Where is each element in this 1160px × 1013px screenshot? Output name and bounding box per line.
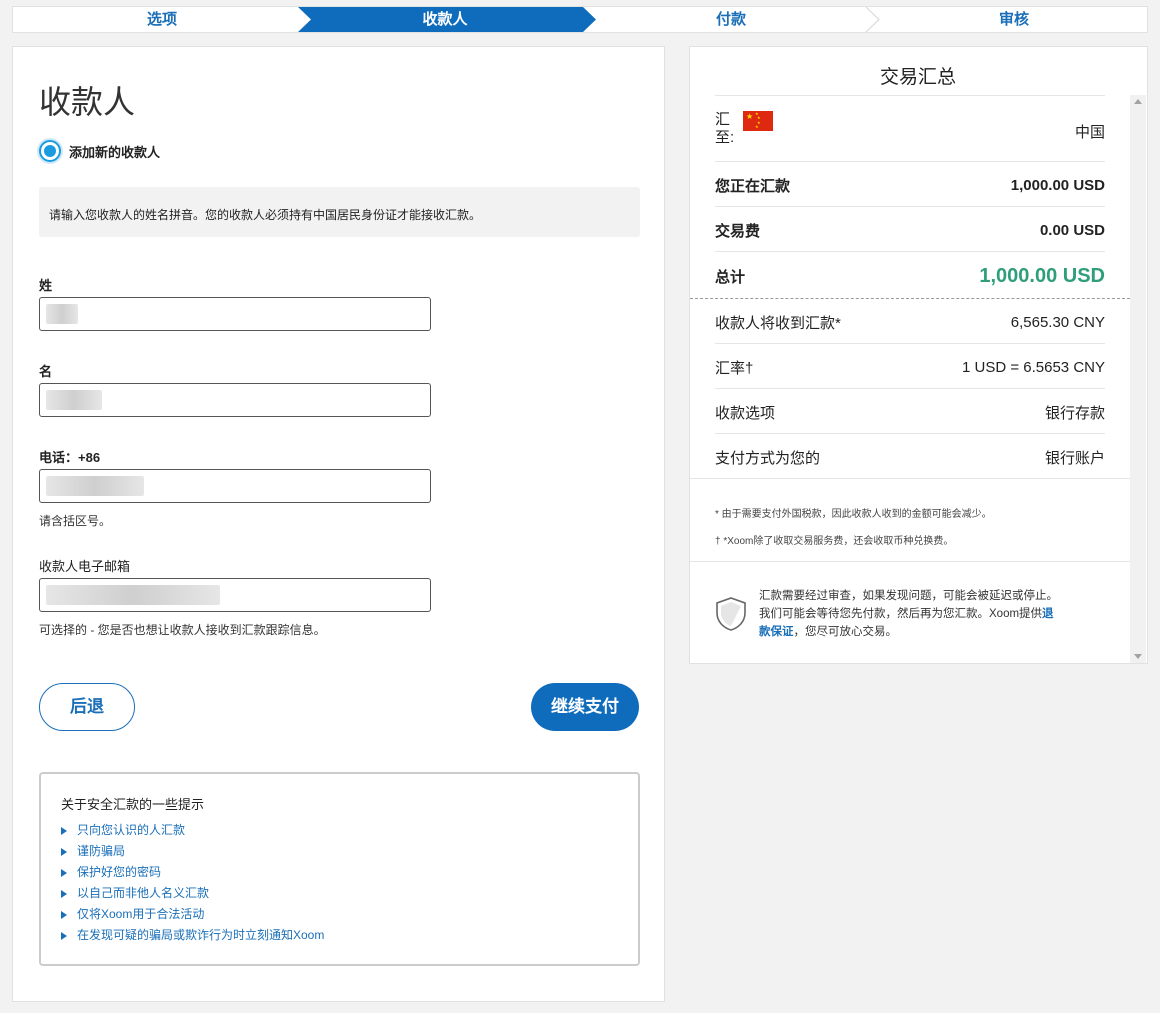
email-label: 收款人电子邮箱 <box>39 559 131 574</box>
step-options[interactable]: 选项 <box>13 7 311 32</box>
email-input[interactable] <box>39 578 431 612</box>
step-review[interactable]: 审核 <box>879 7 1149 32</box>
caret-right-icon <box>61 889 67 898</box>
receive-option-row: 收款选项 银行存款 <box>715 404 1105 422</box>
step-payment[interactable]: 付款 <box>596 7 866 32</box>
tips-list: 只向您认识的人汇款 谨防骗局 保护好您的密码 以自己而非他人名义汇款 仅将Xoo… <box>61 820 324 946</box>
tip-item[interactable]: 在发现可疑的骗局或欺诈行为时立刻通知Xoom <box>61 925 324 946</box>
fee-note: † *Xoom除了收取交易服务费，还会收取币种兑换费。 <box>715 536 954 547</box>
exchange-rate-row: 汇率† 1 USD = 6.5653 CNY <box>715 358 1105 377</box>
destination-value: 中国 <box>1074 124 1105 141</box>
tip-item[interactable]: 只向您认识的人汇款 <box>61 820 324 841</box>
guarantee-text: 汇款需要经过审查，如果发现问题，可能会被延迟或停止。我们可能会等待您先付款，然后… <box>759 590 1058 638</box>
caret-right-icon <box>61 910 67 919</box>
redacted-value <box>46 585 220 605</box>
scrollbar[interactable] <box>1130 95 1146 663</box>
email-hint: 可选择的 - 您是否也想让收款人接收到汇款跟踪信息。 <box>39 623 326 637</box>
given-name-input[interactable] <box>39 383 431 417</box>
destination-label: 汇至: <box>715 111 735 146</box>
tip-item[interactable]: 仅将Xoom用于合法活动 <box>61 904 324 925</box>
radio-button[interactable] <box>39 140 61 162</box>
caret-right-icon <box>61 868 67 877</box>
add-new-recipient-option[interactable]: 添加新的收款人 <box>39 139 160 163</box>
china-flag-icon: ★ ★ ★ ★ ★ <box>743 111 773 131</box>
tips-title: 关于安全汇款的一些提示 <box>61 797 205 812</box>
payment-method-row: 支付方式为您的 银行账户 <box>715 449 1105 467</box>
continue-button[interactable]: 继续支付 <box>531 683 639 731</box>
divider <box>690 298 1130 299</box>
scroll-up-icon[interactable] <box>1134 99 1142 104</box>
redacted-value <box>46 390 102 410</box>
tip-item[interactable]: 谨防骗局 <box>61 841 324 862</box>
phone-label: 电话：+86 <box>39 450 101 465</box>
safety-tips-box: 关于安全汇款的一些提示 只向您认识的人汇款 谨防骗局 保护好您的密码 以自己而非… <box>39 772 640 966</box>
transaction-summary-card: 交易汇总 汇至: ★ ★ ★ ★ ★ 中国 您正在汇款 1,000.00 USD … <box>689 46 1148 664</box>
caret-right-icon <box>61 847 67 856</box>
given-name-label: 名 <box>39 364 53 379</box>
recipient-form-card: 收款人 添加新的收款人 请输入您收款人的姓名拼音。您的收款人必须持有中国居民身份… <box>12 46 665 1002</box>
total-row: 总计 1,000.00 USD <box>715 264 1105 287</box>
tip-item[interactable]: 保护好您的密码 <box>61 862 324 883</box>
tip-item[interactable]: 以自己而非他人名义汇款 <box>61 883 324 904</box>
summary-title: 交易汇总 <box>879 67 956 88</box>
redacted-value <box>46 304 78 324</box>
surname-input[interactable] <box>39 297 431 331</box>
receive-amount-row: 收款人将收到汇款* 6,565.30 CNY <box>715 313 1105 332</box>
phone-hint: 请含括区号。 <box>39 514 112 528</box>
shield-icon <box>716 597 746 631</box>
radio-label: 添加新的收款人 <box>69 144 161 160</box>
sending-amount-row: 您正在汇款 1,000.00 USD <box>715 176 1105 195</box>
phone-input[interactable] <box>39 469 431 503</box>
fee-row: 交易费 0.00 USD <box>715 221 1105 240</box>
caret-right-icon <box>61 931 67 940</box>
total-value: 1,000.00 USD <box>979 264 1105 287</box>
page-title: 收款人 <box>39 84 136 120</box>
info-box: 请输入您收款人的姓名拼音。您的收款人必须持有中国居民身份证才能接收汇款。 <box>39 187 640 237</box>
caret-right-icon <box>61 826 67 835</box>
step-recipient[interactable]: 收款人 <box>311 7 579 32</box>
redacted-value <box>46 476 144 496</box>
progress-steps: 选项 收款人 付款 审核 <box>12 6 1148 33</box>
scroll-down-icon[interactable] <box>1134 654 1142 659</box>
back-button[interactable]: 后退 <box>39 683 135 731</box>
surname-label: 姓 <box>39 278 53 293</box>
destination-row: 汇至: ★ ★ ★ ★ ★ 中国 <box>715 111 1105 151</box>
tax-note: * 由于需要支付外国税款，因此收款人收到的金额可能会减少。 <box>715 509 992 520</box>
